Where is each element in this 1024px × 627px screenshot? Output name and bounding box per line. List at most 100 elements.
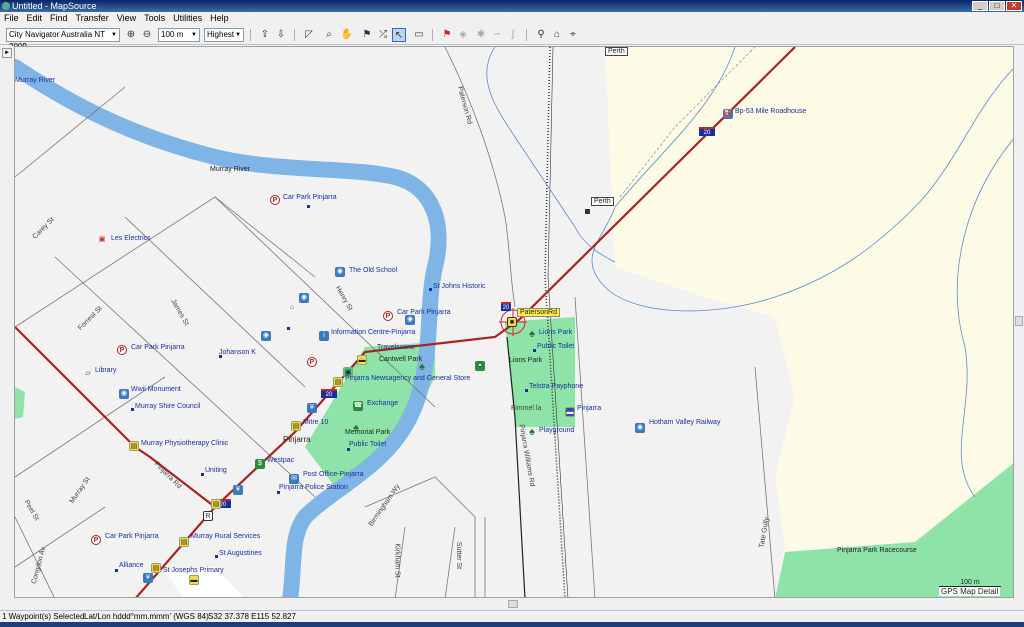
detail-select[interactable]: Highest ▼ <box>204 28 244 42</box>
restaurant-icon[interactable]: ¥ <box>307 403 317 413</box>
restaurant-icon[interactable]: ¥ <box>143 573 153 583</box>
minimize-button[interactable]: _ <box>972 1 988 11</box>
camera-icon[interactable]: ◉ <box>335 267 345 277</box>
place-label: Public Toilet <box>537 343 575 350</box>
close-button[interactable]: ✕ <box>1006 1 1022 11</box>
zoom-out-icon[interactable]: ⊖ <box>140 28 154 42</box>
menu-find[interactable]: Find <box>46 12 72 25</box>
camera-icon[interactable]: ◉ <box>299 293 309 303</box>
camera-icon[interactable]: ◉ <box>261 331 271 341</box>
receive-from-device-icon[interactable]: ⇩ <box>274 28 288 42</box>
water-label: Murray River <box>15 77 56 84</box>
place-label: St Augustines <box>219 550 262 557</box>
send-to-device-icon[interactable]: ⇪ <box>258 28 272 42</box>
camera-icon[interactable]: ◉ <box>635 423 645 433</box>
hand-tool-icon[interactable]: ✋ <box>340 28 354 42</box>
waypoint-tool-icon[interactable]: ⚑ <box>360 28 374 42</box>
park-label: Lions Park <box>509 357 543 364</box>
museum-icon[interactable]: ⌂ <box>287 303 297 313</box>
restaurant-icon[interactable]: ¥ <box>233 485 243 495</box>
parking-icon[interactable]: P <box>383 311 393 321</box>
menu-help[interactable]: Help <box>206 12 233 25</box>
place-label: Alliance <box>119 562 144 569</box>
bus-icon[interactable]: ▬ <box>357 355 367 365</box>
left-panel-toggle-bar: ► <box>0 46 14 610</box>
shop-icon[interactable]: ▤ <box>129 441 139 451</box>
fuel-station-icon[interactable]: ⛽ <box>723 109 733 119</box>
chevron-down-icon: ▼ <box>191 32 197 38</box>
status-bar: 1 Waypoint(s) Selected Lat/Lon hddd°mm.m… <box>0 610 1024 622</box>
train-icon[interactable]: ▬ <box>565 407 575 417</box>
place-label: Car Park Pinjarra <box>283 194 337 201</box>
place-label: Pinjarra Newsagency and General Store <box>345 375 471 382</box>
map-tool-icon[interactable]: ◸ <box>302 28 316 42</box>
camera-icon[interactable]: ◉ <box>405 315 415 325</box>
place-label: Westpac <box>267 457 295 464</box>
parking-icon[interactable]: P <box>117 345 127 355</box>
bus-icon[interactable]: ▬ <box>189 575 199 585</box>
shop-icon[interactable]: ▤ <box>179 537 189 547</box>
selected-waypoint-label[interactable]: PatersonRd <box>517 308 560 317</box>
gear-icon[interactable]: ✱ <box>474 28 488 42</box>
shop-icon[interactable]: ▤ <box>291 421 301 431</box>
eraser-icon[interactable]: ◈ <box>456 28 470 42</box>
menu-tools[interactable]: Tools <box>140 12 169 25</box>
place-label: Car Park Pinjarra <box>131 344 185 351</box>
vertical-scrollbar[interactable] <box>1014 46 1024 598</box>
shop-icon[interactable]: ▣ <box>97 235 107 245</box>
chevron-down-icon: ▼ <box>235 32 241 38</box>
place-label: Johanson K <box>219 349 256 356</box>
camera-icon[interactable]: ◉ <box>119 389 129 399</box>
phone-icon[interactable]: ☎ <box>353 401 363 411</box>
menu-edit[interactable]: Edit <box>23 12 47 25</box>
bank-icon[interactable]: $ <box>255 459 265 469</box>
track-icon[interactable]: ∽ <box>490 28 504 42</box>
book-icon[interactable]: ▱ <box>83 369 93 379</box>
parking-icon[interactable]: P <box>270 195 280 205</box>
horizontal-scrollbar[interactable] <box>14 598 1014 610</box>
route-icon[interactable]: ∫ <box>506 28 520 42</box>
waypoint-label[interactable]: Perth <box>591 197 614 206</box>
parking-icon[interactable]: P <box>91 535 101 545</box>
waypoint-marker[interactable] <box>585 209 590 214</box>
find-icon[interactable]: ⚲ <box>534 28 548 42</box>
shop-icon[interactable]: ▤ <box>151 563 161 573</box>
scroll-thumb[interactable] <box>1015 316 1023 326</box>
find-places-icon[interactable]: ⌂ <box>550 28 564 42</box>
place-label: Information Centre-Pinjarra <box>331 329 416 336</box>
park-icon[interactable]: ▪ <box>475 361 485 371</box>
poi-dot <box>201 473 204 476</box>
measure-tool-icon[interactable]: ▭ <box>412 28 426 42</box>
maximize-button[interactable]: □ <box>989 1 1005 11</box>
waypoint-label[interactable]: Perth <box>605 47 628 56</box>
selection-tool-icon[interactable]: ↖ <box>392 28 406 42</box>
shop-icon[interactable]: ▤ <box>211 499 221 509</box>
shop-icon[interactable]: ▤ <box>333 377 343 387</box>
route-tool-icon[interactable]: ⤮ <box>376 28 390 42</box>
tree-icon[interactable]: ♠ <box>417 362 427 373</box>
menu-file[interactable]: File <box>0 12 23 25</box>
waypoint-manager-icon[interactable]: ⚑ <box>440 28 454 42</box>
map-view[interactable]: Murray River Murray River Carey St Forre… <box>14 46 1014 598</box>
chevron-down-icon: ▼ <box>111 32 117 38</box>
menu-transfer[interactable]: Transfer <box>72 12 113 25</box>
tree-icon[interactable]: ♠ <box>527 427 537 438</box>
zoom-tool-icon[interactable]: ⌕ <box>322 28 336 42</box>
zoom-scale-select[interactable]: 100 m ▼ <box>158 28 200 42</box>
map-detail-label: GPS Map Detail <box>939 587 1001 596</box>
map-product-select[interactable]: City Navigator Australia NT 2009 ▼ <box>6 28 120 51</box>
medical-icon[interactable]: R <box>203 511 213 521</box>
poi-dot <box>307 205 310 208</box>
selected-waypoint-icon[interactable]: ■ <box>507 317 517 327</box>
menu-view[interactable]: View <box>113 12 140 25</box>
expand-panel-button[interactable]: ► <box>2 48 12 58</box>
find-address-icon[interactable]: ⌖ <box>566 28 580 42</box>
menu-utilities[interactable]: Utilities <box>169 12 206 25</box>
info-icon[interactable]: i <box>319 331 329 341</box>
scroll-thumb[interactable] <box>508 600 518 608</box>
mail-icon[interactable]: ✉ <box>289 474 299 484</box>
parking-icon[interactable]: P <box>307 357 317 367</box>
tree-icon[interactable]: ♠ <box>527 329 537 340</box>
poi-dot <box>131 408 134 411</box>
zoom-in-icon[interactable]: ⊕ <box>124 28 138 42</box>
